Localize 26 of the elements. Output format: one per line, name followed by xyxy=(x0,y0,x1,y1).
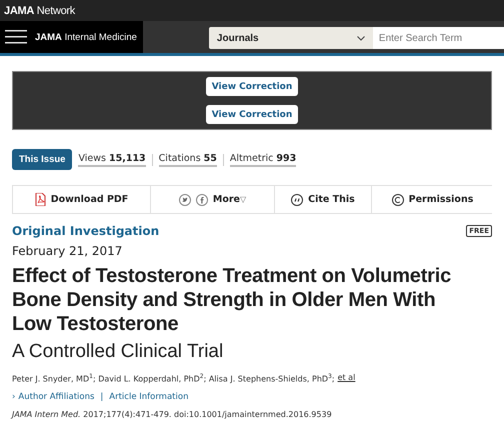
pdf-icon xyxy=(34,193,46,206)
link-separator: | xyxy=(100,392,104,402)
twitter-icon[interactable] xyxy=(178,194,191,206)
article-subtitle: A Controlled Clinical Trial xyxy=(12,340,224,364)
publication-date: February 21, 2017 xyxy=(12,244,124,258)
chevron-icon xyxy=(356,36,365,40)
copyright-icon xyxy=(392,194,404,206)
network-logo[interactable]: JAMA Network xyxy=(4,4,75,16)
metric-link[interactable]: Views 15,113 xyxy=(78,152,146,166)
quote-icon xyxy=(291,194,304,206)
et-al-link[interactable]: et al xyxy=(338,373,356,384)
menu-icon[interactable] xyxy=(5,29,27,45)
journals-dropdown[interactable]: Journals xyxy=(208,27,373,49)
citation-text: JAMA Intern Med. 2017;177(4):471-479. doi:10.1001/jamainternmed.2016.9539 xyxy=(12,410,333,419)
search-field[interactable]: Enter Search Term xyxy=(372,27,504,49)
view-correction-button[interactable]: View Correction xyxy=(206,77,298,96)
this-issue-button[interactable]: This Issue xyxy=(12,149,72,170)
metric-link[interactable]: Altmetric 993 xyxy=(230,152,296,166)
metric-link[interactable]: Citations 55 xyxy=(158,152,217,166)
article-link[interactable]: Article Information xyxy=(109,392,188,402)
article-type[interactable]: Original Investigation xyxy=(12,224,160,238)
author-list: Peter J. Snyder, MD$^{1}$; David L. Kopperdahl, PhD$^{2}$; Alisa J. Stephens-Shields, PhD$^{3}$; xyxy=(12,373,335,384)
article-link[interactable]: › Author Affiliations xyxy=(12,392,94,402)
article-title: Effect of Testosterone Treatment on Volumetric Bone Density and Strength in Older Men With Low Testosterone xyxy=(12,264,452,336)
facebook-icon[interactable] xyxy=(196,194,208,206)
view-correction-button[interactable]: View Correction xyxy=(206,105,298,124)
